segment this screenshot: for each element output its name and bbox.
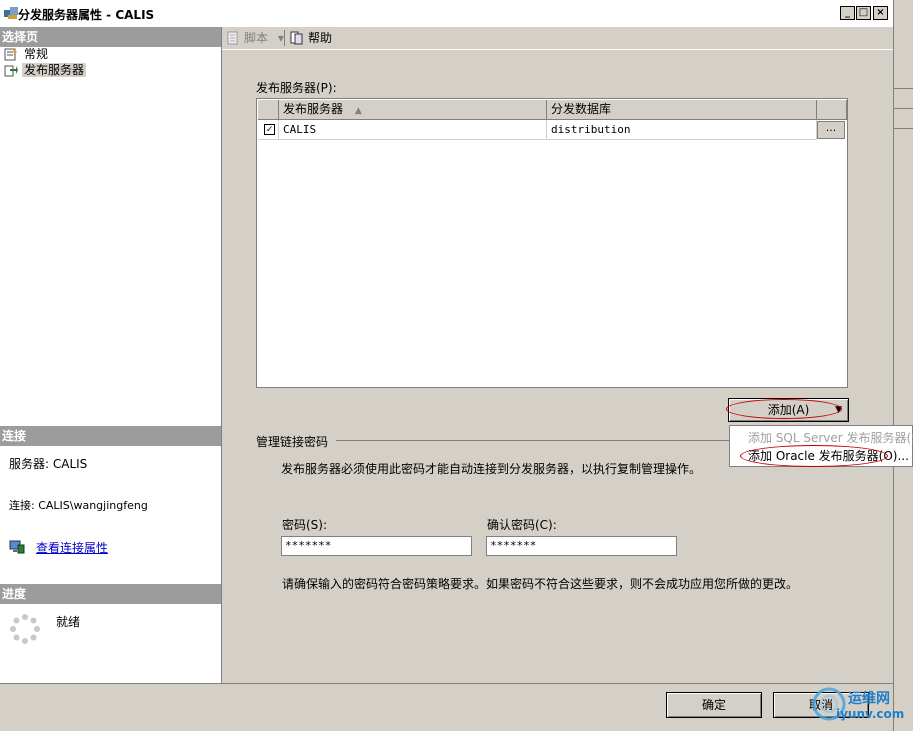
admin-password-description: 发布服务器必须使用此密码才能自动连接到分发服务器，以执行复制管理操作。 (281, 462, 702, 476)
publishers-grid[interactable]: 发布服务器 ▲ 分发数据库 ✓ CALIS distribution ... (256, 98, 848, 388)
column-header-label: 发布服务器 (283, 102, 344, 116)
column-header-label: 分发数据库 (551, 102, 612, 116)
password-input[interactable]: ******* (281, 536, 472, 556)
distribution-db-cell[interactable]: distribution (547, 120, 817, 140)
watermark-url: iyunv.com (836, 707, 905, 721)
footer-separator (0, 683, 893, 684)
toolbar: 脚本 ▾ 帮助 (222, 27, 893, 50)
background-window-edge (893, 0, 913, 731)
toolbar-separator (284, 30, 285, 46)
publisher-properties-button[interactable]: ... (817, 121, 845, 139)
ok-button[interactable]: 确定 (666, 692, 762, 718)
script-label: 脚本 (244, 31, 269, 45)
script-icon (227, 31, 238, 45)
highlight-ellipse (726, 399, 842, 419)
progress-status: 就绪 (56, 615, 81, 629)
properties-icon (4, 48, 17, 61)
window-title: 分发服务器属性 - CALIS (18, 8, 155, 22)
menu-item-add-sql-server-publisher[interactable]: 添加 SQL Server 发布服务器(S (748, 430, 913, 446)
column-header-actions (817, 100, 847, 120)
server-label: 服务器: CALIS (9, 457, 88, 471)
group-separator (336, 440, 729, 441)
script-button[interactable]: 脚本 ▾ (226, 30, 284, 46)
help-icon (290, 31, 303, 45)
view-connection-properties-link[interactable]: 查看连接属性 (36, 539, 108, 556)
maximize-button[interactable]: □ (856, 6, 871, 20)
password-policy-note: 请确保输入的密码符合密码策略要求。如果密码不符合这些要求，则不会成功应用您所做的… (282, 577, 799, 591)
page-item-publishers[interactable]: 发布服务器 (4, 62, 87, 78)
connection-header: 连接 (0, 426, 221, 446)
progress-header: 进度 (0, 584, 221, 604)
script-dropdown-icon: ▾ (277, 31, 284, 45)
column-header-distribution-db[interactable]: 分发数据库 (547, 100, 817, 120)
admin-password-group-label: 管理链接密码 (256, 435, 329, 449)
select-page-header: 选择页 (0, 27, 221, 47)
connection-properties-icon (9, 540, 25, 554)
app-icon (4, 7, 18, 19)
title-bar: 分发服务器属性 - CALIS _ □ × (0, 0, 893, 27)
checkbox-column-header (258, 100, 279, 120)
confirm-password-label: 确认密码(C): (487, 518, 557, 532)
help-button[interactable]: 帮助 (290, 30, 332, 46)
publisher-checkbox[interactable]: ✓ (264, 124, 275, 135)
page-arrow-icon (4, 65, 18, 77)
publisher-cell[interactable]: CALIS (279, 120, 547, 140)
column-header-publisher[interactable]: 发布服务器 ▲ (279, 100, 547, 120)
page-item-label: 常规 (24, 47, 49, 61)
page-item-general[interactable]: 常规 (4, 46, 50, 62)
connection-label: 连接: CALIS\wangjingfeng (9, 499, 148, 512)
row-checkbox-cell[interactable]: ✓ (258, 120, 279, 140)
page-item-label: 发布服务器 (22, 63, 87, 77)
sort-ascending-icon: ▲ (354, 106, 362, 116)
minimize-button[interactable]: _ (840, 6, 855, 20)
confirm-password-input[interactable]: ******* (486, 536, 677, 556)
progress-spinner-icon (10, 614, 40, 644)
close-button[interactable]: × (873, 6, 888, 20)
password-label: 密码(S): (282, 518, 328, 532)
watermark-text: 运维网 (848, 691, 890, 707)
publishers-section-label: 发布服务器(P): (256, 81, 337, 95)
help-label: 帮助 (308, 31, 333, 45)
left-pane: 选择页 常规 发布服务器 连接 服务器: CALIS 连接: CALIS\wan… (0, 27, 222, 683)
highlight-ellipse (740, 445, 888, 467)
